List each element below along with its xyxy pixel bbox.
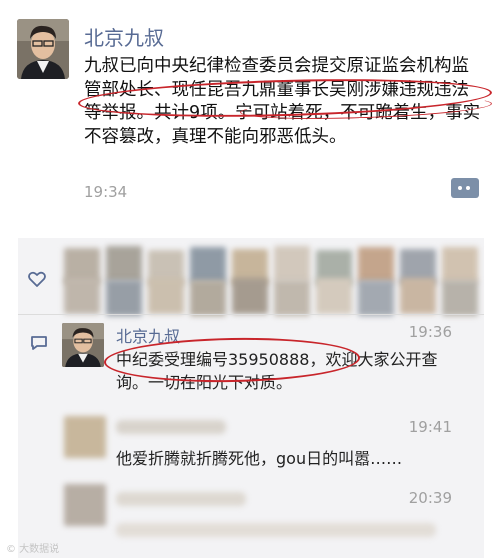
watermark-text: © 大数据说 (6, 544, 60, 555)
interaction-panel: 北京九叔 19:36 中纪委受理编号35950888，欢迎大家公开查询。一切在阳… (18, 238, 484, 558)
comment-more-icon (458, 186, 462, 190)
post-timestamp: 19:34 (84, 183, 128, 201)
blurred-name (116, 492, 246, 506)
comment-more-icon-dot (466, 186, 470, 190)
post-body-text: 九叔已向中央纪律检查委员会提交原证监会机构监管部处长、现任昆吾九鼎董事长吴刚涉嫌… (84, 56, 481, 147)
comment-timestamp: 20:39 (408, 489, 452, 507)
comment-more-button[interactable] (451, 178, 479, 198)
blurred-comment-text (116, 523, 436, 537)
post-author-name[interactable]: 北京九叔 (84, 22, 164, 51)
commenter-avatar[interactable] (64, 484, 106, 526)
author-avatar[interactable] (17, 19, 69, 79)
comment-item: 20:39 (18, 238, 484, 558)
